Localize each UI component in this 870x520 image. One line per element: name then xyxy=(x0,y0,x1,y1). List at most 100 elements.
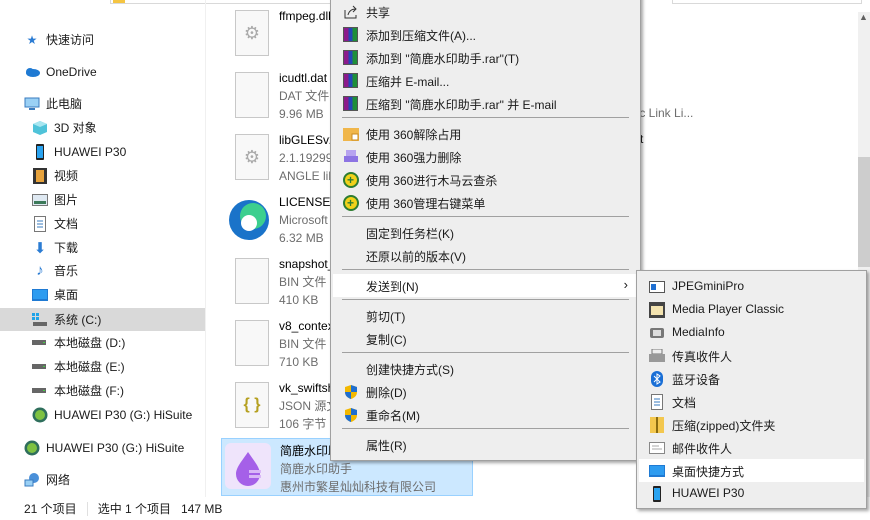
menu-item-label: 使用 360进行木马云查杀 xyxy=(366,174,498,188)
sidebar-item-documents[interactable]: 文档 xyxy=(0,212,205,235)
item-count: 21 个项目 xyxy=(24,502,77,516)
menu-item-360-force-delete[interactable]: 使用 360强力删除 xyxy=(333,145,638,168)
send-to-item[interactable]: Media Player Classic xyxy=(639,298,864,321)
jpegmini-icon xyxy=(648,278,665,295)
cloud-icon xyxy=(24,64,40,80)
360-menu-icon: + xyxy=(342,194,359,211)
computer-icon xyxy=(24,96,40,112)
send-to-item-label: 蓝牙设备 xyxy=(672,373,721,387)
mail-recipient-icon xyxy=(648,439,665,456)
menu-item-360-unlock[interactable]: 使用 360解除占用 xyxy=(333,122,638,145)
fax-icon xyxy=(648,347,665,364)
mediainfo-icon xyxy=(648,324,665,341)
menu-item-pin-to-taskbar[interactable]: 固定到任务栏(K) xyxy=(333,221,638,244)
document-icon xyxy=(648,393,665,410)
menu-item-label: 复制(C) xyxy=(366,333,407,347)
sidebar-item-drive-d[interactable]: 本地磁盘 (D:) xyxy=(0,331,205,354)
send-to-item[interactable]: HUAWEI P30 xyxy=(639,482,864,505)
menu-item-compress-rar-and-email[interactable]: 压缩到 "简鹿水印助手.rar" 并 E-mail xyxy=(333,92,638,115)
menu-item-label: 压缩到 "简鹿水印助手.rar" 并 E-mail xyxy=(366,98,557,112)
sidebar-item-3d-objects[interactable]: 3D 对象 xyxy=(0,116,205,139)
media-player-classic-icon xyxy=(648,301,665,318)
menu-item-properties[interactable]: 属性(R) xyxy=(333,433,638,456)
menu-item-add-to-archive[interactable]: 添加到压缩文件(A)... xyxy=(333,23,638,46)
sidebar-item-hisuite-root[interactable]: HUAWEI P30 (G:) HiSuite xyxy=(0,436,205,459)
menu-item-label: 属性(R) xyxy=(366,439,407,453)
menu-item-restore-previous-versions[interactable]: 还原以前的版本(V) xyxy=(333,244,638,267)
send-to-item[interactable]: JPEGminiPro xyxy=(639,275,864,298)
sidebar-item-desktop[interactable]: 桌面 xyxy=(0,283,205,306)
sidebar-item-pictures[interactable]: 图片 xyxy=(0,188,205,211)
shield-icon xyxy=(342,406,359,423)
send-to-item-label: 桌面快捷方式 xyxy=(672,465,745,479)
send-to-item[interactable]: 蓝牙设备 xyxy=(639,367,864,390)
send-to-item-label: HUAWEI P30 xyxy=(672,486,745,500)
send-to-item[interactable]: 桌面快捷方式 xyxy=(639,459,864,482)
file-icon xyxy=(235,72,269,118)
menu-separator xyxy=(342,299,629,300)
sidebar-item-hisuite-g[interactable]: HUAWEI P30 (G:) HiSuite xyxy=(0,403,205,426)
drive-icon xyxy=(32,359,48,375)
menu-separator xyxy=(342,352,629,353)
cube-icon xyxy=(32,120,48,136)
360-unlock-icon xyxy=(342,125,359,142)
menu-item-label: 使用 360解除占用 xyxy=(366,128,462,142)
menu-item-label: 重命名(M) xyxy=(366,409,420,423)
sidebar-item-music[interactable]: ♪ 音乐 xyxy=(0,259,205,282)
menu-item-delete[interactable]: 删除(D) xyxy=(333,380,638,403)
file-icon xyxy=(235,320,269,366)
menu-item-360-trojan-scan[interactable]: + 使用 360进行木马云查杀 xyxy=(333,168,638,191)
download-icon: ⬇ xyxy=(33,239,47,257)
sidebar-item-quick-access[interactable]: ★ 快速访问 xyxy=(0,28,205,51)
menu-item-label: 使用 360强力删除 xyxy=(366,151,462,165)
drive-icon xyxy=(32,335,48,351)
menu-item-add-to-rar[interactable]: 添加到 "简鹿水印助手.rar"(T) xyxy=(333,46,638,69)
menu-item-label: 创建快捷方式(S) xyxy=(366,363,454,377)
hisuite-icon xyxy=(24,440,40,456)
star-icon: ★ xyxy=(26,32,38,47)
send-to-item-label: Media Player Classic xyxy=(672,302,785,316)
sidebar-item-system-c[interactable]: 系统 (C:) xyxy=(0,308,205,331)
sidebar-item-this-pc[interactable]: 此电脑 xyxy=(0,92,205,115)
dll-file-icon: ⚙ xyxy=(235,134,269,180)
send-to-item[interactable]: 传真收件人 xyxy=(639,344,864,367)
menu-item-cut[interactable]: 剪切(T) xyxy=(333,304,638,327)
menu-item-360-manage-menu[interactable]: + 使用 360管理右键菜单 xyxy=(333,191,638,214)
sidebar-item-network[interactable]: 网络 xyxy=(0,468,205,491)
menu-item-label: 使用 360管理右键菜单 xyxy=(366,197,486,211)
sidebar-item-downloads[interactable]: ⬇ 下载 xyxy=(0,236,205,259)
menu-item-create-shortcut[interactable]: 创建快捷方式(S) xyxy=(333,357,638,380)
sidebar-item-drive-f[interactable]: 本地磁盘 (F:) xyxy=(0,379,205,402)
sidebar-item-drive-e[interactable]: 本地磁盘 (E:) xyxy=(0,355,205,378)
menu-item-send-to[interactable]: 发送到(N) › xyxy=(333,274,638,297)
menu-item-label: 固定到任务栏(K) xyxy=(366,227,454,241)
shield-icon xyxy=(342,383,359,400)
menu-item-label: 删除(D) xyxy=(366,386,407,400)
send-to-item-label: JPEGminiPro xyxy=(672,279,745,293)
menu-item-label: 添加到压缩文件(A)... xyxy=(366,29,476,43)
menu-item-rename[interactable]: 重命名(M) xyxy=(333,403,638,426)
menu-item-copy[interactable]: 复制(C) xyxy=(333,327,638,350)
picture-icon xyxy=(32,192,48,208)
send-to-item[interactable]: MediaInfo xyxy=(639,321,864,344)
winrar-icon xyxy=(342,72,359,89)
sidebar-item-videos[interactable]: 视频 xyxy=(0,164,205,187)
send-to-item[interactable]: 压缩(zipped)文件夹 xyxy=(639,413,864,436)
sidebar-item-huawei-p30[interactable]: HUAWEI P30 xyxy=(0,140,205,163)
bluetooth-icon xyxy=(648,370,665,387)
selection-size: 147 MB xyxy=(181,501,223,516)
send-to-item[interactable]: 文档 xyxy=(639,390,864,413)
selection-count: 选中 1 个项目 xyxy=(97,502,172,516)
send-to-item[interactable]: 邮件收件人 xyxy=(639,436,864,459)
menu-item-label: 添加到 "简鹿水印助手.rar"(T) xyxy=(366,52,520,66)
scroll-up-icon[interactable]: ▲ xyxy=(859,12,868,22)
scrollbar-thumb[interactable] xyxy=(858,157,870,267)
menu-item-share[interactable]: 共享 xyxy=(333,0,638,23)
send-to-item-label: 压缩(zipped)文件夹 xyxy=(672,419,776,433)
winrar-icon xyxy=(342,95,359,112)
menu-item-compress-and-email[interactable]: 压缩并 E-mail... xyxy=(333,69,638,92)
menu-separator xyxy=(342,269,629,270)
sidebar-item-onedrive[interactable]: OneDrive xyxy=(0,60,205,83)
app-droplet-icon xyxy=(225,443,271,489)
send-to-submenu: JPEGminiPro Media Player Classic MediaInfo… xyxy=(636,270,867,509)
